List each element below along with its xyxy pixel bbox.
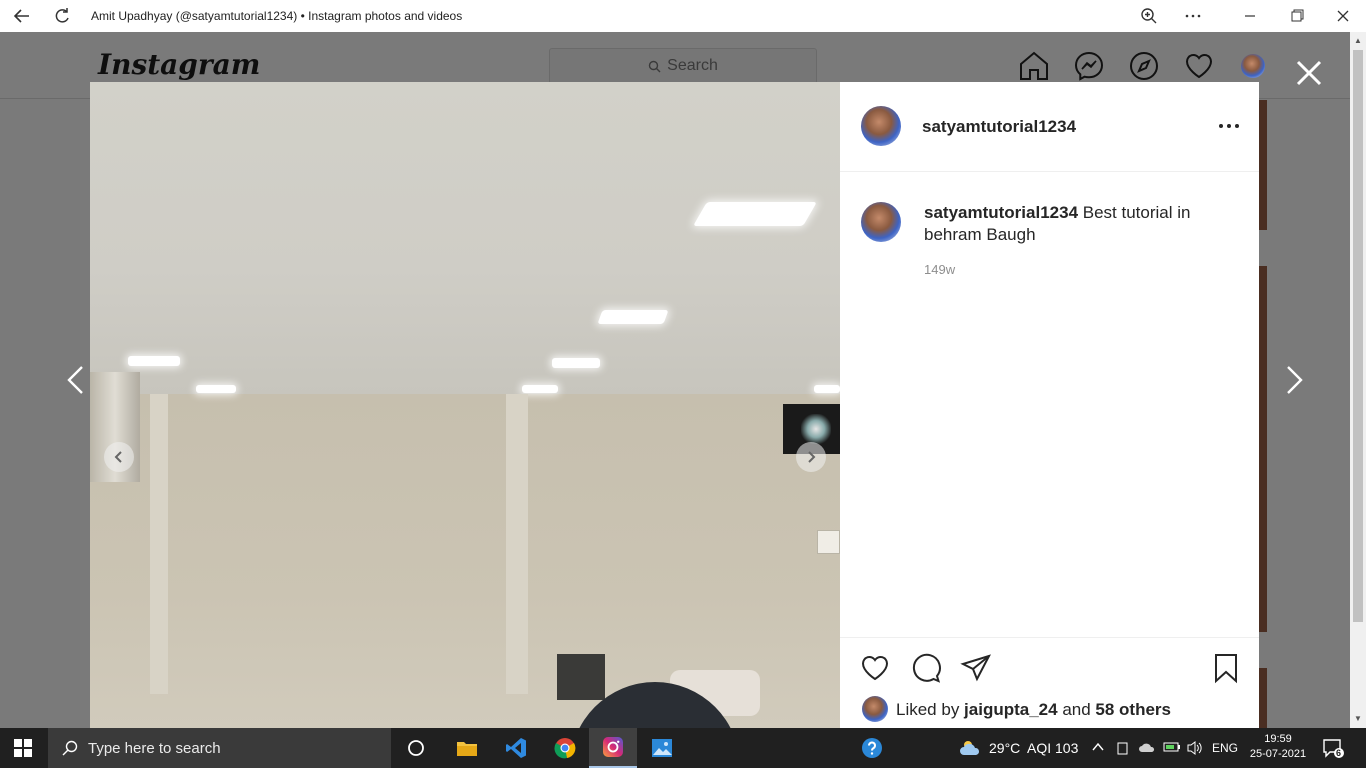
explore-icon[interactable] (1128, 50, 1160, 82)
system-clock[interactable]: 19:59 25-07-2021 (1247, 732, 1309, 762)
scrollbar-thumb[interactable] (1353, 50, 1363, 622)
restore-icon[interactable] (1287, 7, 1307, 25)
refresh-icon[interactable] (52, 6, 72, 26)
meet-now-icon[interactable] (1116, 740, 1130, 756)
input-language[interactable]: ENG (1212, 741, 1238, 755)
clock-date: 25-07-2021 (1249, 748, 1307, 760)
post-details-panel: satyamtutorial1234 satyamtutorial1234 Be… (840, 82, 1259, 728)
clock-time: 19:59 (1264, 733, 1292, 745)
stacked-boxes (557, 654, 605, 700)
ceiling-light (814, 385, 840, 393)
scroll-up-arrow-icon[interactable]: ▲ (1354, 36, 1362, 45)
background-post-thumbnail (1259, 266, 1267, 632)
liker-avatar[interactable] (862, 696, 888, 722)
weather-temperature[interactable]: 29°C (989, 740, 1020, 756)
wall-pillar (506, 394, 528, 694)
ceiling-light (196, 385, 236, 393)
previous-post-arrow-icon[interactable] (62, 364, 92, 396)
tray-chevron-up-icon[interactable] (1092, 742, 1104, 752)
activity-heart-icon[interactable] (1183, 50, 1215, 82)
photos-app-button[interactable] (638, 728, 686, 768)
task-view-icon (408, 740, 424, 756)
liker-username[interactable]: jaigupta_24 (964, 700, 1058, 719)
like-heart-icon[interactable] (859, 652, 891, 684)
post-options-icon[interactable] (1218, 120, 1240, 132)
chevron-right-icon (808, 451, 816, 463)
help-button[interactable] (848, 728, 896, 768)
photo-ceiling (90, 82, 840, 394)
owner-avatar[interactable] (861, 106, 901, 146)
search-box[interactable]: Search (549, 48, 817, 84)
back-arrow-icon[interactable] (12, 6, 32, 26)
minimize-icon[interactable] (1240, 7, 1260, 25)
page-scrollbar[interactable]: ▲ ▼ (1350, 32, 1366, 728)
chrome-button[interactable] (541, 728, 589, 768)
post-photo[interactable] (90, 82, 840, 728)
post-header: satyamtutorial1234 (840, 82, 1259, 172)
chrome-icon (554, 738, 576, 759)
post-age: 149w (924, 262, 956, 277)
instagram-app-button[interactable] (589, 728, 637, 768)
share-icon[interactable] (960, 652, 992, 684)
likes-mid: and (1057, 700, 1096, 719)
carousel-prev-button[interactable] (104, 442, 134, 472)
vscode-icon (506, 738, 526, 758)
window-titlebar: Amit Upadhyay (@satyamtutorial1234) • In… (0, 0, 1366, 32)
volume-icon[interactable] (1186, 740, 1204, 756)
caption-username[interactable]: satyamtutorial1234 (924, 203, 1078, 222)
chevron-left-icon (114, 451, 122, 463)
taskbar-search-placeholder: Type here to search (88, 739, 221, 757)
search-placeholder: Search (667, 57, 718, 74)
background-post-thumbnail (1259, 100, 1267, 230)
comment-icon[interactable] (910, 652, 942, 684)
weather-cloud-icon[interactable] (958, 738, 982, 758)
ceiling-light (522, 385, 558, 393)
windows-start-icon[interactable] (14, 739, 32, 757)
zoom-icon[interactable] (1140, 7, 1158, 25)
instagram-logo[interactable]: Instagram (98, 48, 260, 81)
owner-username[interactable]: satyamtutorial1234 (922, 117, 1076, 137)
taskbar-search-box[interactable]: Type here to search (48, 728, 391, 768)
wall-socket (817, 530, 840, 554)
ceiling-light (693, 202, 817, 226)
ceiling-light (552, 358, 600, 368)
search-icon (648, 60, 661, 72)
instagram-icon (603, 737, 623, 757)
likes-prefix: Liked by (896, 700, 965, 719)
search-icon (62, 740, 78, 756)
background-post-thumbnail (1259, 668, 1267, 728)
more-options-icon[interactable] (1184, 7, 1202, 25)
ceiling-light (597, 310, 669, 324)
file-explorer-button[interactable] (443, 728, 491, 768)
ceiling-light (128, 356, 180, 366)
air-quality-index[interactable]: AQI 103 (1027, 740, 1078, 756)
post-actions: Liked by jaigupta_24 and 58 others (840, 637, 1259, 728)
notification-count-badge: 6 (1336, 748, 1342, 758)
task-view-button[interactable] (392, 728, 440, 768)
caption-avatar[interactable] (861, 202, 901, 242)
photos-icon (652, 739, 672, 757)
battery-icon[interactable] (1163, 740, 1181, 754)
likes-summary: Liked by jaigupta_24 and 58 others (896, 700, 1171, 720)
window-title: Amit Upadhyay (@satyamtutorial1234) • In… (91, 9, 463, 23)
folder-icon (457, 742, 477, 756)
wall-pillar (150, 394, 168, 694)
next-post-arrow-icon[interactable] (1278, 364, 1308, 396)
messenger-icon[interactable] (1073, 50, 1105, 82)
help-icon (862, 738, 882, 758)
home-icon[interactable] (1018, 50, 1050, 82)
close-modal-icon[interactable] (1292, 56, 1326, 90)
profile-avatar[interactable] (1241, 54, 1265, 78)
onedrive-icon[interactable] (1138, 740, 1156, 754)
save-bookmark-icon[interactable] (1210, 652, 1242, 684)
vscode-button[interactable] (492, 728, 540, 768)
carousel-next-button[interactable] (796, 442, 826, 472)
scroll-down-arrow-icon[interactable]: ▼ (1354, 714, 1362, 723)
windows-taskbar: Type here to search 29°C AQI 103 ENG 19:… (0, 728, 1366, 768)
post-caption: satyamtutorial1234 Best tutorial in behr… (924, 202, 1224, 246)
close-window-icon[interactable] (1333, 6, 1353, 26)
likes-others[interactable]: 58 others (1095, 700, 1171, 719)
